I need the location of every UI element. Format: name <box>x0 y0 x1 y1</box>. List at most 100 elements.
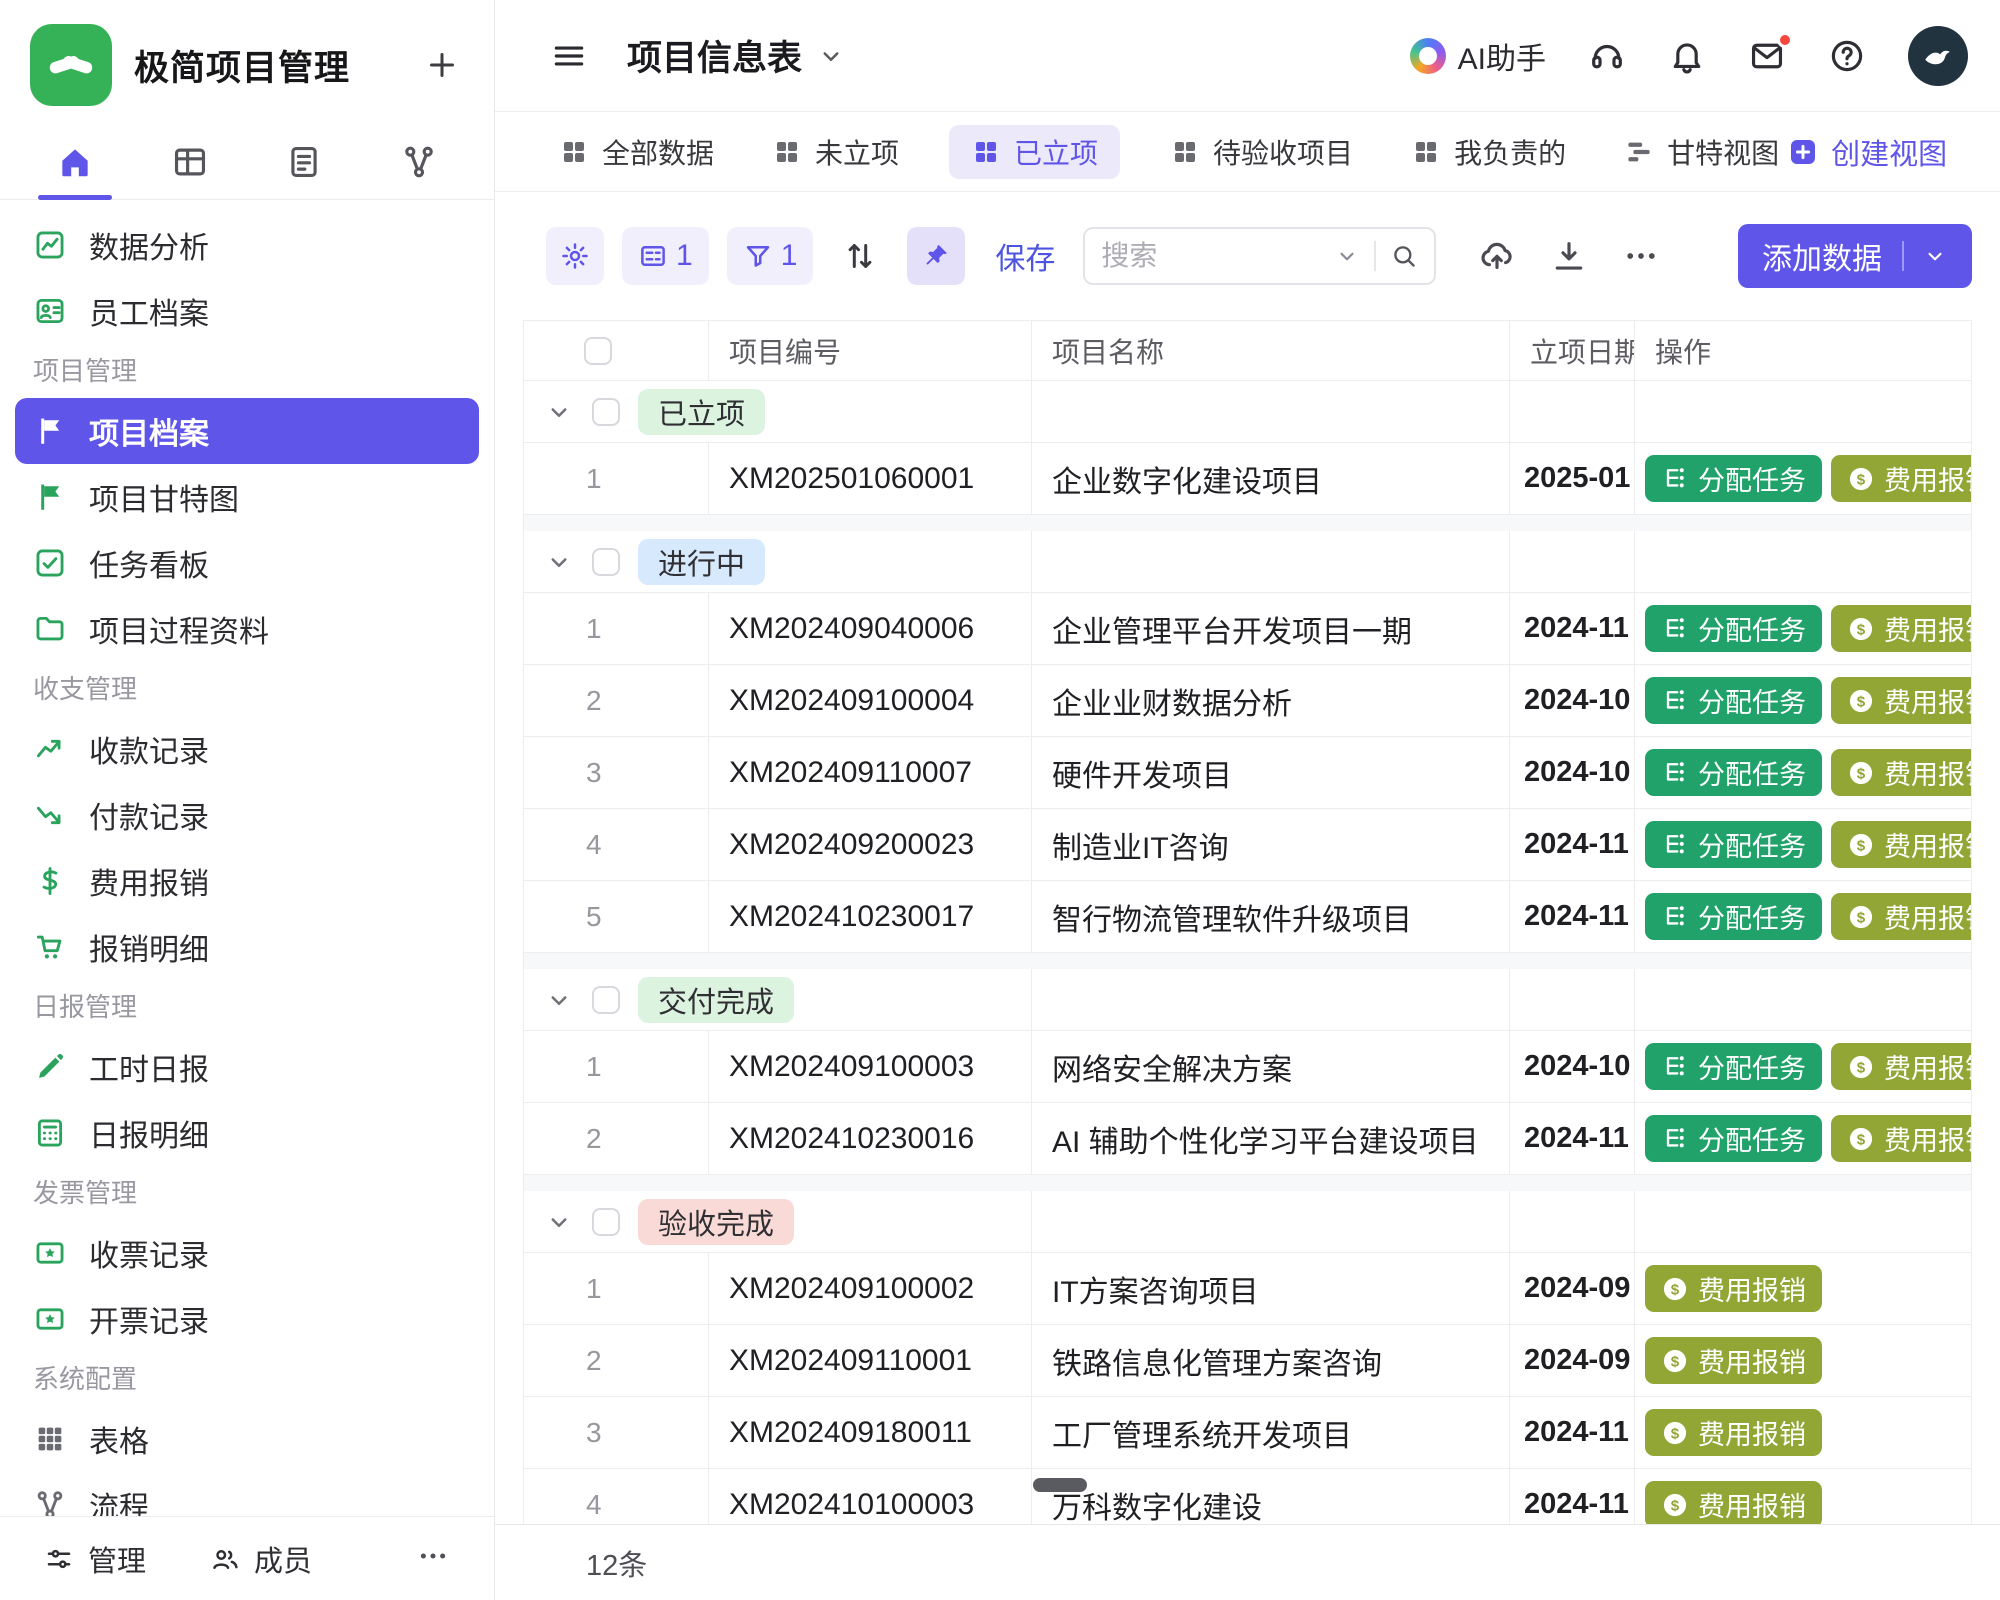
manage-button[interactable]: 管理 <box>44 1538 146 1580</box>
project-name-cell[interactable]: 制造业IT咨询 <box>1032 809 1510 880</box>
expense-claim-button[interactable]: $费用报销 <box>1645 1409 1822 1456</box>
expense-claim-button[interactable]: $费用报销 <box>1831 1043 1971 1090</box>
project-name-cell[interactable]: 铁路信息化管理方案咨询 <box>1032 1325 1510 1396</box>
add-data-button[interactable]: 添加数据 <box>1738 224 1972 288</box>
assign-task-button[interactable]: 分配任务 <box>1645 893 1822 940</box>
sidebar-item-receipt-records[interactable]: 收款记录 <box>15 716 479 782</box>
project-code-cell[interactable]: XM202409100002 <box>709 1253 1032 1324</box>
view-tab-initiated[interactable]: 已立项 <box>949 125 1120 179</box>
project-code-cell[interactable]: XM202409110001 <box>709 1325 1032 1396</box>
import-icon[interactable] <box>1478 237 1516 275</box>
expense-claim-button[interactable]: $费用报销 <box>1831 821 1971 868</box>
sort-button[interactable] <box>831 227 889 285</box>
collapse-chevron-icon[interactable] <box>544 985 574 1015</box>
project-code-cell[interactable]: XM202409180011 <box>709 1397 1032 1468</box>
project-code-cell[interactable]: XM202409100003 <box>709 1031 1032 1102</box>
project-code-cell[interactable]: XM202409110007 <box>709 737 1032 808</box>
group-checkbox[interactable] <box>592 548 620 576</box>
expense-claim-button[interactable]: $费用报销 <box>1831 1115 1971 1162</box>
project-code-cell[interactable]: XM202410230017 <box>709 881 1032 952</box>
project-name-cell[interactable]: AI 辅助个性化学习平台建设项目 <box>1032 1103 1510 1174</box>
expense-claim-button[interactable]: $费用报销 <box>1645 1265 1822 1312</box>
horizontal-scrollbar[interactable] <box>1033 1478 1087 1492</box>
settings-button[interactable] <box>546 227 604 285</box>
view-tab-my-projects[interactable]: 我负责的 <box>1403 125 1574 179</box>
add-workspace-button[interactable] <box>420 43 464 87</box>
assign-task-button[interactable]: 分配任务 <box>1645 1115 1822 1162</box>
save-button[interactable]: 保存 <box>995 234 1055 278</box>
project-date-cell[interactable]: 2024-09 <box>1510 1253 1635 1324</box>
project-name-cell[interactable]: 企业管理平台开发项目一期 <box>1032 593 1510 664</box>
header-project-name[interactable]: 项目名称 <box>1032 321 1510 380</box>
project-date-cell[interactable]: 2024-09 <box>1510 1325 1635 1396</box>
collapse-chevron-icon[interactable] <box>544 397 574 427</box>
expense-claim-button[interactable]: $费用报销 <box>1831 893 1971 940</box>
search-box[interactable] <box>1083 227 1436 285</box>
group-checkbox[interactable] <box>592 1208 620 1236</box>
sidebar-item-work-hours-daily[interactable]: 工时日报 <box>15 1034 479 1100</box>
assign-task-button[interactable]: 分配任务 <box>1645 821 1822 868</box>
project-date-cell[interactable]: 2024-11 <box>1510 1103 1635 1174</box>
members-button[interactable]: 成员 <box>210 1538 312 1580</box>
sidebar-item-flows-config[interactable]: 流程 <box>15 1472 479 1516</box>
collapse-chevron-icon[interactable] <box>544 1207 574 1237</box>
project-date-cell[interactable]: 2024-10 <box>1510 665 1635 736</box>
project-code-cell[interactable]: XM202410230016 <box>709 1103 1032 1174</box>
expense-claim-button[interactable]: $费用报销 <box>1645 1481 1822 1528</box>
project-name-cell[interactable]: 企业业财数据分析 <box>1032 665 1510 736</box>
project-date-cell[interactable]: 2024-11 <box>1510 881 1635 952</box>
project-date-cell[interactable]: 2024-11 <box>1510 1397 1635 1468</box>
download-icon[interactable] <box>1550 237 1588 275</box>
sidebar-item-data-analysis[interactable]: 数据分析 <box>15 212 479 278</box>
sidebar-tab-docs[interactable] <box>281 124 327 200</box>
collapse-chevron-icon[interactable] <box>544 547 574 577</box>
assign-task-button[interactable]: 分配任务 <box>1645 677 1822 724</box>
title-chevron-icon[interactable] <box>816 41 846 71</box>
search-input[interactable] <box>1101 240 1334 272</box>
expense-claim-button[interactable]: $费用报销 <box>1645 1337 1822 1384</box>
sidebar-item-daily-report-details[interactable]: 日报明细 <box>15 1100 479 1166</box>
sidebar-item-invoice-issued[interactable]: 开票记录 <box>15 1286 479 1352</box>
search-scope-chevron-icon[interactable] <box>1334 243 1360 269</box>
search-icon[interactable] <box>1390 242 1418 270</box>
project-code-cell[interactable]: XM202409040006 <box>709 593 1032 664</box>
header-project-code[interactable]: 项目编号 <box>709 321 1032 380</box>
more-icon[interactable] <box>1622 237 1660 275</box>
view-tab-gantt-view[interactable]: 甘特视图 <box>1616 125 1787 179</box>
project-name-cell[interactable]: 工厂管理系统开发项目 <box>1032 1397 1510 1468</box>
project-date-cell[interactable]: 2025-01 <box>1510 443 1635 514</box>
select-all-checkbox[interactable] <box>584 337 612 365</box>
header-start-date[interactable]: 立项日期 <box>1510 321 1635 380</box>
project-date-cell[interactable]: 2024-11 <box>1510 809 1635 880</box>
sidebar-item-payment-records[interactable]: 付款记录 <box>15 782 479 848</box>
sidebar-item-invoice-received[interactable]: 收票记录 <box>15 1220 479 1286</box>
view-tab-not-initiated[interactable]: 未立项 <box>764 125 907 179</box>
sidebar-item-claim-details[interactable]: 报销明细 <box>15 914 479 980</box>
inbox-button[interactable] <box>1748 37 1786 75</box>
filter-button[interactable]: 1 <box>727 227 814 285</box>
project-date-cell[interactable]: 2024-10 <box>1510 1031 1635 1102</box>
sidebar-item-employee-files[interactable]: 员工档案 <box>15 278 479 344</box>
sidebar-item-expense-claims[interactable]: 费用报销 <box>15 848 479 914</box>
sidebar-item-project-process-docs[interactable]: 项目过程资料 <box>15 596 479 662</box>
pin-button[interactable] <box>907 227 965 285</box>
project-name-cell[interactable]: 企业数字化建设项目 <box>1032 443 1510 514</box>
view-tab-pending-acceptance[interactable]: 待验收项目 <box>1162 125 1361 179</box>
sidebar-tab-home[interactable] <box>52 124 98 200</box>
create-view-button[interactable]: 创建视图 <box>1787 131 1947 173</box>
project-date-cell[interactable]: 2024-10 <box>1510 737 1635 808</box>
sidebar-item-tables-config[interactable]: 表格 <box>15 1406 479 1472</box>
project-code-cell[interactable]: XM202409100004 <box>709 665 1032 736</box>
assign-task-button[interactable]: 分配任务 <box>1645 749 1822 796</box>
expense-claim-button[interactable]: $费用报销 <box>1831 605 1971 652</box>
notifications-button[interactable] <box>1668 37 1706 75</box>
ai-assistant-button[interactable]: AI助手 <box>1410 34 1546 78</box>
assign-task-button[interactable]: 分配任务 <box>1645 605 1822 652</box>
group-checkbox[interactable] <box>592 986 620 1014</box>
field-config-button[interactable]: 1 <box>622 227 709 285</box>
expense-claim-button[interactable]: $费用报销 <box>1831 455 1971 502</box>
group-checkbox[interactable] <box>592 398 620 426</box>
sidebar-item-project-archive[interactable]: 项目档案 <box>15 398 479 464</box>
project-name-cell[interactable]: IT方案咨询项目 <box>1032 1253 1510 1324</box>
project-name-cell[interactable]: 硬件开发项目 <box>1032 737 1510 808</box>
